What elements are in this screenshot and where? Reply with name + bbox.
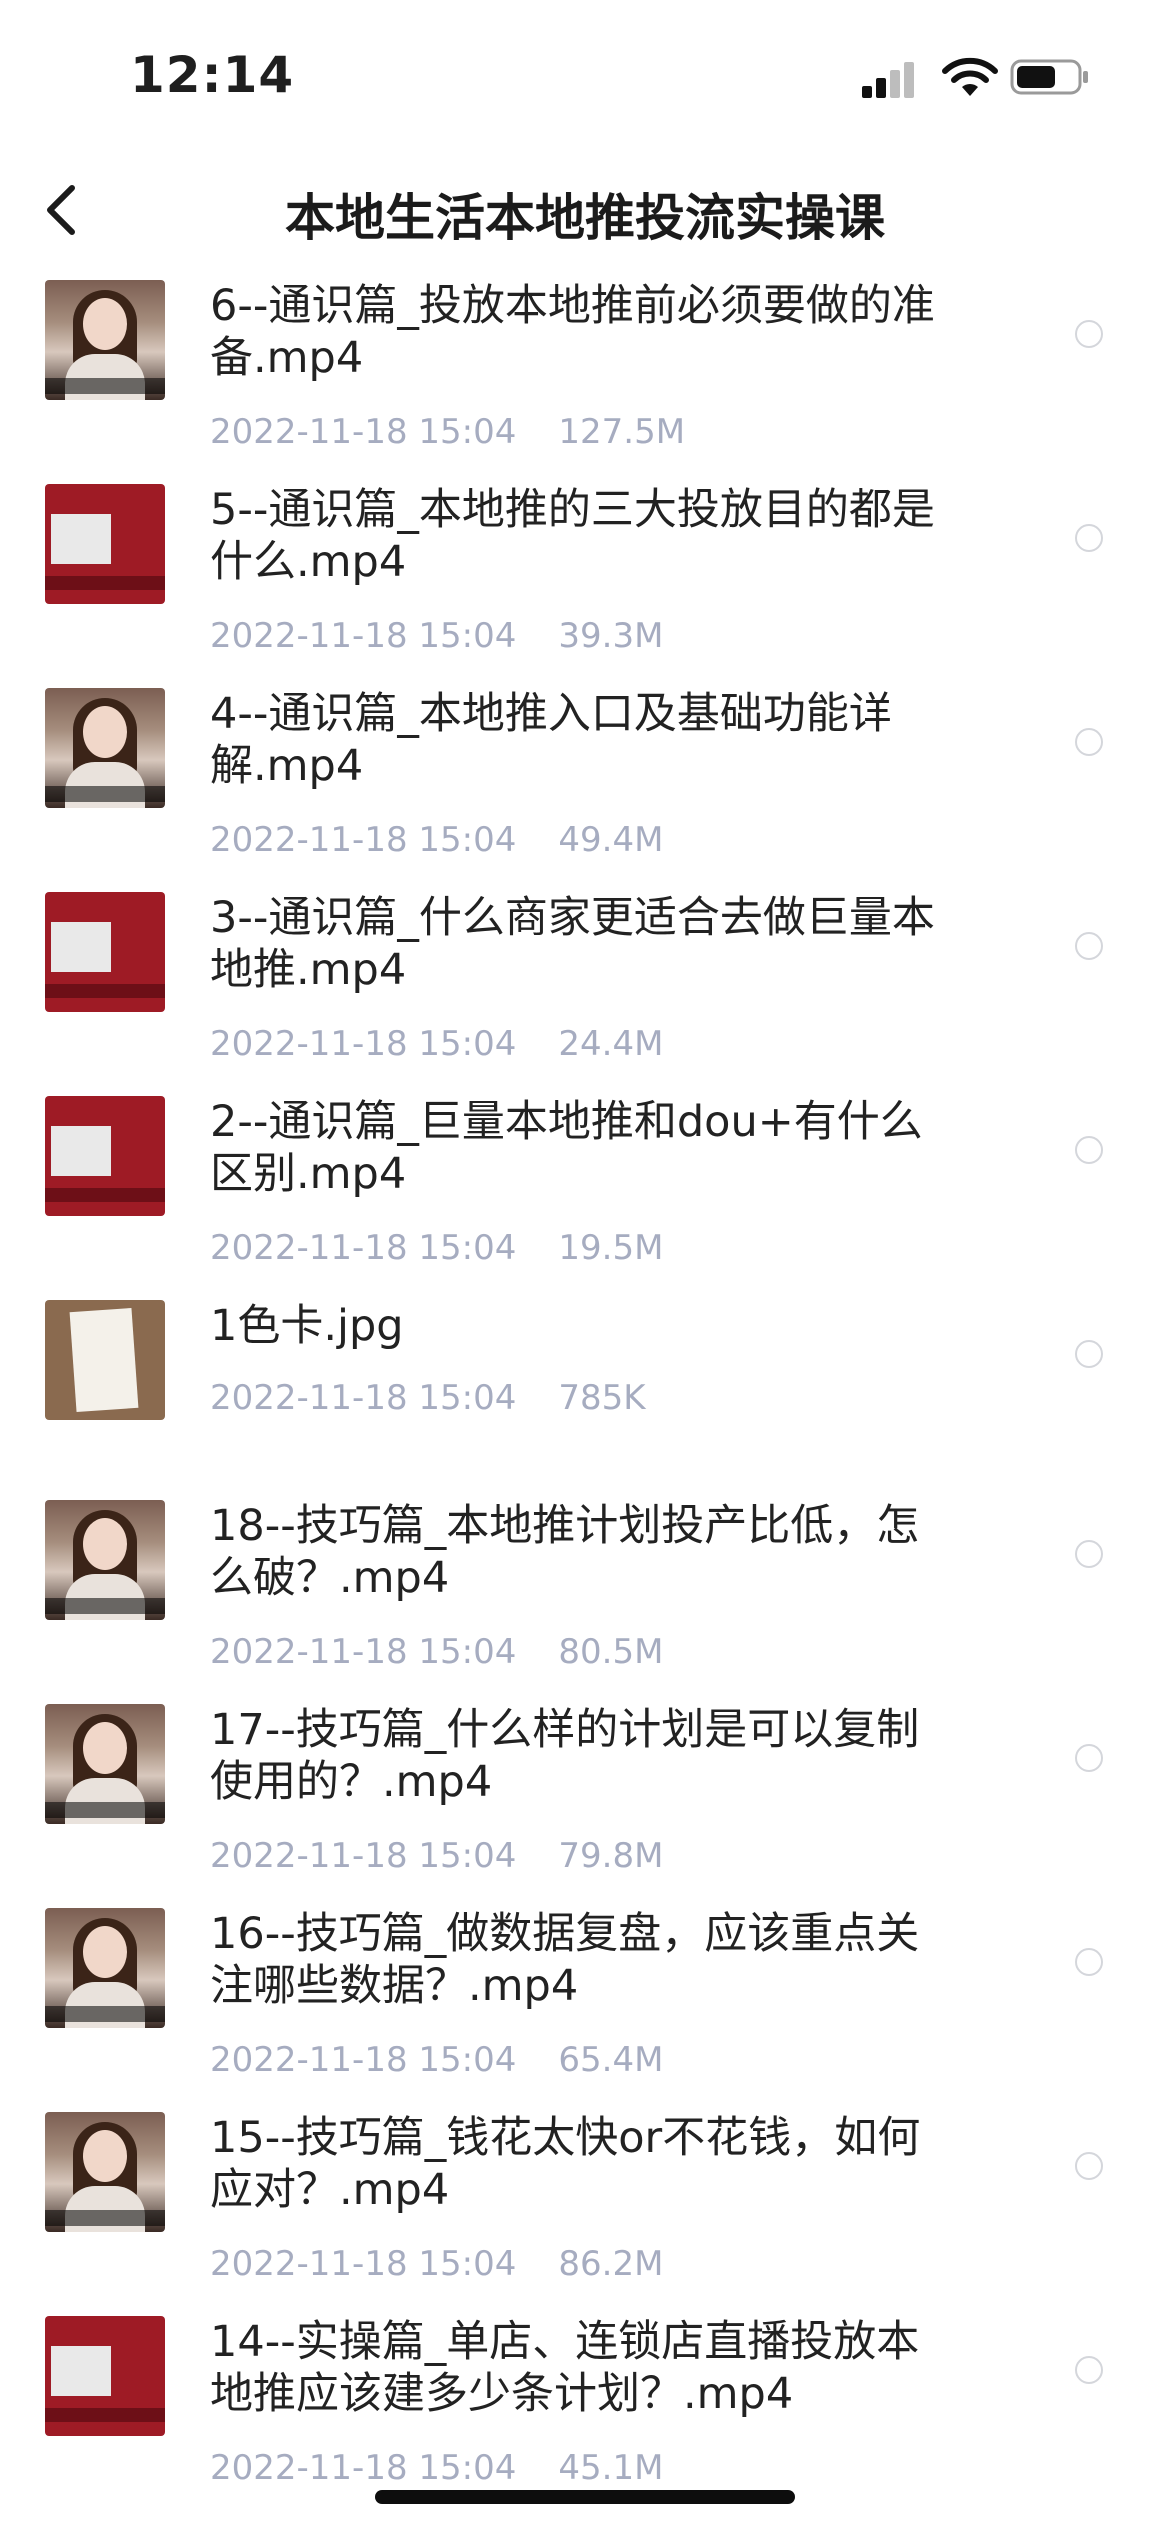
navigation-bar: 本地生活本地推投流实操课 — [0, 150, 1170, 270]
file-size: 79.8M — [558, 1836, 664, 1876]
select-radio[interactable] — [1075, 1136, 1103, 1164]
file-name: 2--通识篇_巨量本地推和dou+有什么区别.mp4 — [210, 1097, 923, 1199]
file-meta: 2022-11-18 15:04 45.1M — [210, 2448, 663, 2488]
file-date: 2022-11-18 15:04 — [210, 2244, 517, 2284]
select-radio[interactable] — [1075, 1744, 1103, 1772]
select-radio[interactable] — [1075, 932, 1103, 960]
select-radio[interactable] — [1075, 320, 1103, 348]
file-list-item[interactable]: 1色卡.jpg 2022-11-18 15:04 785K — [0, 1292, 1170, 1492]
file-thumbnail — [45, 892, 165, 1012]
file-name: 6--通识篇_投放本地推前必须要做的准备.mp4 — [210, 281, 935, 383]
file-list-item[interactable]: 3--通识篇_什么商家更适合去做巨量本地推.mp4 2022-11-18 15:0… — [0, 884, 1170, 1088]
file-meta: 2022-11-18 15:04 86.2M — [210, 2244, 663, 2284]
battery-icon — [1010, 59, 1088, 95]
file-name: 15--技巧篇_钱花太快or不花钱，如何应对？.mp4 — [210, 2113, 921, 2215]
file-date: 2022-11-18 15:04 — [210, 1228, 517, 1268]
file-thumbnail — [45, 484, 165, 604]
file-date: 2022-11-18 15:04 — [210, 820, 517, 860]
file-thumbnail — [45, 1908, 165, 2028]
file-name: 3--通识篇_什么商家更适合去做巨量本地推.mp4 — [210, 893, 935, 995]
file-meta: 2022-11-18 15:04 785K — [210, 1378, 646, 1418]
file-thumbnail — [45, 2112, 165, 2232]
page-title: 本地生活本地推投流实操课 — [285, 189, 885, 247]
file-date: 2022-11-18 15:04 — [210, 2448, 517, 2488]
file-date: 2022-11-18 15:04 — [210, 616, 517, 656]
file-meta: 2022-11-18 15:04 127.5M — [210, 412, 685, 452]
file-thumbnail — [45, 2316, 165, 2436]
file-thumbnail — [45, 280, 165, 400]
file-size: 65.4M — [558, 2040, 664, 2080]
file-name: 14--实操篇_单店、连锁店直播投放本地推应该建多少条计划？.mp4 — [210, 2317, 920, 2419]
file-size: 127.5M — [558, 412, 686, 452]
file-list-item[interactable]: 14--实操篇_单店、连锁店直播投放本地推应该建多少条计划？.mp4 2022-1… — [0, 2308, 1170, 2512]
file-list-item[interactable]: 16--技巧篇_做数据复盘，应该重点关注哪些数据？.mp4 2022-11-18 … — [0, 1900, 1170, 2104]
file-meta: 2022-11-18 15:04 65.4M — [210, 2040, 663, 2080]
file-list-item[interactable]: 6--通识篇_投放本地推前必须要做的准备.mp4 2022-11-18 15:04… — [0, 272, 1170, 476]
cellular-signal-icon — [862, 62, 914, 98]
status-bar: 12:14 — [0, 0, 1170, 150]
file-thumbnail — [45, 1300, 165, 1420]
file-meta: 2022-11-18 15:04 24.4M — [210, 1024, 663, 1064]
file-size: 86.2M — [558, 2244, 664, 2284]
file-name: 4--通识篇_本地推入口及基础功能详解.mp4 — [210, 689, 892, 791]
file-thumbnail — [45, 688, 165, 808]
file-size: 39.3M — [558, 616, 664, 656]
file-date: 2022-11-18 15:04 — [210, 2040, 517, 2080]
file-size: 24.4M — [558, 1024, 664, 1064]
file-date: 2022-11-18 15:04 — [210, 1632, 517, 1672]
file-list-item[interactable]: 2--通识篇_巨量本地推和dou+有什么区别.mp4 2022-11-18 15:… — [0, 1088, 1170, 1292]
select-radio[interactable] — [1075, 1948, 1103, 1976]
file-size: 80.5M — [558, 1632, 664, 1672]
select-radio[interactable] — [1075, 1540, 1103, 1568]
file-name: 17--技巧篇_什么样的计划是可以复制使用的？.mp4 — [210, 1705, 920, 1807]
file-meta: 2022-11-18 15:04 19.5M — [210, 1228, 663, 1268]
file-date: 2022-11-18 15:04 — [210, 412, 517, 452]
file-size: 49.4M — [558, 820, 664, 860]
file-name: 1色卡.jpg — [210, 1301, 404, 1351]
select-radio[interactable] — [1075, 2152, 1103, 2180]
status-time: 12:14 — [130, 46, 295, 104]
select-radio[interactable] — [1075, 1340, 1103, 1368]
file-list-item[interactable]: 5--通识篇_本地推的三大投放目的都是什么.mp4 2022-11-18 15:0… — [0, 476, 1170, 680]
file-meta: 2022-11-18 15:04 39.3M — [210, 616, 663, 656]
select-radio[interactable] — [1075, 728, 1103, 756]
file-name: 18--技巧篇_本地推计划投产比低，怎么破？.mp4 — [210, 1501, 920, 1603]
file-list-item[interactable]: 18--技巧篇_本地推计划投产比低，怎么破？.mp4 2022-11-18 15:… — [0, 1492, 1170, 1696]
file-size: 45.1M — [558, 2448, 664, 2488]
wifi-icon — [942, 57, 998, 96]
home-indicator[interactable] — [375, 2490, 795, 2504]
file-date: 2022-11-18 15:04 — [210, 1836, 517, 1876]
file-size: 785K — [558, 1378, 646, 1418]
file-list: 6--通识篇_投放本地推前必须要做的准备.mp4 2022-11-18 15:04… — [0, 272, 1170, 2512]
file-meta: 2022-11-18 15:04 80.5M — [210, 1632, 663, 1672]
file-list-item[interactable]: 17--技巧篇_什么样的计划是可以复制使用的？.mp4 2022-11-18 15… — [0, 1696, 1170, 1900]
file-size: 19.5M — [558, 1228, 664, 1268]
file-name: 5--通识篇_本地推的三大投放目的都是什么.mp4 — [210, 485, 935, 587]
file-meta: 2022-11-18 15:04 79.8M — [210, 1836, 663, 1876]
file-date: 2022-11-18 15:04 — [210, 1024, 517, 1064]
select-radio[interactable] — [1075, 524, 1103, 552]
file-date: 2022-11-18 15:04 — [210, 1378, 517, 1418]
file-list-item[interactable]: 15--技巧篇_钱花太快or不花钱，如何应对？.mp4 2022-11-18 15… — [0, 2104, 1170, 2308]
file-thumbnail — [45, 1096, 165, 1216]
file-thumbnail — [45, 1704, 165, 1824]
file-list-item[interactable]: 4--通识篇_本地推入口及基础功能详解.mp4 2022-11-18 15:04 4… — [0, 680, 1170, 884]
file-thumbnail — [45, 1500, 165, 1620]
file-name: 16--技巧篇_做数据复盘，应该重点关注哪些数据？.mp4 — [210, 1909, 920, 2011]
file-meta: 2022-11-18 15:04 49.4M — [210, 820, 663, 860]
select-radio[interactable] — [1075, 2356, 1103, 2384]
